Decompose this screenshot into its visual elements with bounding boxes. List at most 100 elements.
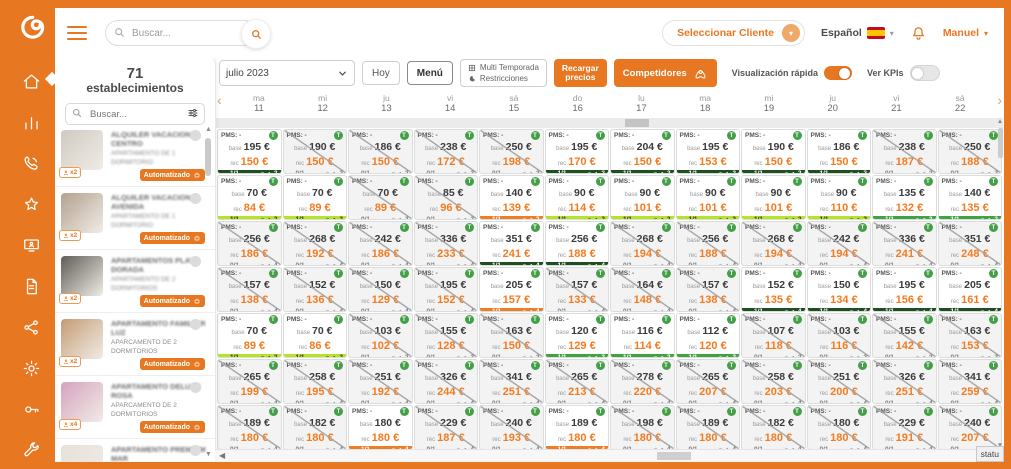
- rate-status-icon[interactable]: T: [531, 407, 540, 416]
- rate-status-icon[interactable]: T: [596, 223, 605, 232]
- price-cell-r1-d16[interactable]: PMS: - T base195 € rec170 € 1/1 2: [545, 129, 610, 174]
- rate-status-icon[interactable]: T: [269, 177, 278, 186]
- rate-status-icon[interactable]: T: [596, 315, 605, 324]
- rate-status-icon[interactable]: T: [531, 177, 540, 186]
- prev-days-chevron[interactable]: ‹: [217, 92, 222, 108]
- price-cell-r1-d15[interactable]: PMS: - T base250 € rec198 € 0/1 2: [479, 129, 544, 174]
- rate-status-icon[interactable]: T: [465, 131, 474, 140]
- rate-status-icon[interactable]: T: [531, 315, 540, 324]
- rate-status-icon[interactable]: T: [269, 269, 278, 278]
- rate-status-icon[interactable]: T: [596, 361, 605, 370]
- establishment-item-2[interactable]: x2 Alquiler vacacional avenida Apartamen…: [55, 187, 215, 250]
- rate-status-icon[interactable]: T: [727, 407, 736, 416]
- rate-status-icon[interactable]: T: [400, 223, 409, 232]
- rate-status-icon[interactable]: T: [334, 131, 343, 140]
- price-cell-r5-d12[interactable]: PMS: - T base70 € rec86 € 1/1 2: [283, 313, 348, 358]
- rate-status-icon[interactable]: T: [924, 223, 933, 232]
- price-cell-r2-d19[interactable]: PMS: - T base90 € rec101 € 1/1 2: [741, 175, 806, 220]
- rate-status-icon[interactable]: T: [531, 223, 540, 232]
- rate-status-icon[interactable]: T: [269, 361, 278, 370]
- hamburger-menu-icon[interactable]: [67, 22, 87, 44]
- rate-status-icon[interactable]: T: [465, 269, 474, 278]
- price-cell-r7-d15[interactable]: PMS: - T base240 € rec193 € 0/1 4: [479, 405, 544, 450]
- price-cell-r4-d11[interactable]: PMS: - T base157 € rec138 € 0/1 4: [217, 267, 282, 312]
- rate-status-icon[interactable]: T: [858, 223, 867, 232]
- rate-status-icon[interactable]: T: [269, 407, 278, 416]
- scroll-down-icon[interactable]: ▼: [204, 451, 213, 458]
- price-cell-r7-d12[interactable]: PMS: - T base182 € rec180 € 0/1 4: [283, 405, 348, 450]
- rate-status-icon[interactable]: T: [858, 131, 867, 140]
- rate-status-icon[interactable]: T: [596, 407, 605, 416]
- rate-status-icon[interactable]: T: [465, 223, 474, 232]
- price-cell-r2-d22[interactable]: PMS: - T base140 € rec135 € 1/1 2: [938, 175, 1003, 220]
- price-cell-r4-d17[interactable]: PMS: - T base164 € rec148 € 0/1 4: [610, 267, 675, 312]
- day-column-18[interactable]: ma 18: [673, 93, 737, 114]
- scrollbar-thumb[interactable]: [205, 138, 211, 176]
- price-cell-r3-d11[interactable]: PMS: - T base256 € rec186 € 0/1 4: [217, 221, 282, 266]
- price-cell-r3-d20[interactable]: PMS: - T base242 € rec194 € 0/1 4: [807, 221, 872, 266]
- global-search-input[interactable]: [105, 20, 257, 46]
- price-cell-r4-d22[interactable]: PMS: - T base205 € rec161 € 1/1 4: [938, 267, 1003, 312]
- price-cell-r6-d21[interactable]: PMS: - T base326 € rec251 € 0/1 4: [872, 359, 937, 404]
- price-cell-r1-d12[interactable]: PMS: - T base190 € rec150 € 0/1 2: [283, 129, 348, 174]
- price-cell-r5-d22[interactable]: PMS: - T base163 € rec153 € 0/1 2: [938, 313, 1003, 358]
- rate-status-icon[interactable]: T: [400, 315, 409, 324]
- day-column-16[interactable]: do 16: [546, 93, 610, 114]
- rate-status-icon[interactable]: T: [858, 269, 867, 278]
- rate-status-icon[interactable]: T: [400, 131, 409, 140]
- rate-status-icon[interactable]: T: [924, 315, 933, 324]
- next-days-chevron[interactable]: ›: [997, 92, 1002, 108]
- price-cell-r1-d22[interactable]: PMS: - T base250 € rec188 € 0/1 2: [938, 129, 1003, 174]
- price-cell-r3-d18[interactable]: PMS: - T base256 € rec188 € 0/1 4: [676, 221, 741, 266]
- price-cell-r7-d17[interactable]: PMS: - T base198 € rec180 € 0/1 4: [610, 405, 675, 450]
- rate-status-icon[interactable]: T: [858, 315, 867, 324]
- price-cell-r4-d14[interactable]: PMS: - T base195 € rec152 € 0/1 4: [414, 267, 479, 312]
- price-cell-r4-d20[interactable]: PMS: - T base150 € rec134 € 1/1 4: [807, 267, 872, 312]
- sidebar-item-chart[interactable]: [20, 110, 44, 134]
- price-cell-r4-d19[interactable]: PMS: - T base152 € rec135 € 1/1 4: [741, 267, 806, 312]
- rate-status-icon[interactable]: T: [334, 269, 343, 278]
- sidebar-item-home[interactable]: [20, 69, 44, 93]
- price-cell-r5-d18[interactable]: PMS: - T base112 € rec120 € 1/1 2: [676, 313, 741, 358]
- price-cell-r2-d12[interactable]: PMS: - T base70 € rec89 € 1/1 2: [283, 175, 348, 220]
- price-cell-r1-d13[interactable]: PMS: - T base186 € rec150 € 0/1 2: [348, 129, 413, 174]
- price-cell-r3-d14[interactable]: PMS: - T base336 € rec233 € 0/1 4: [414, 221, 479, 266]
- brand-logo-icon[interactable]: [8, 8, 55, 47]
- rate-status-icon[interactable]: T: [662, 407, 671, 416]
- price-cell-r1-d14[interactable]: PMS: - T base238 € rec172 € 0/1 2: [414, 129, 479, 174]
- sidebar-item-star[interactable]: [20, 192, 44, 216]
- price-cell-r3-d13[interactable]: PMS: - T base242 € rec186 € 0/1 4: [348, 221, 413, 266]
- price-cell-r7-d19[interactable]: PMS: - T base182 € rec180 € 0/1 4: [741, 405, 806, 450]
- rate-status-icon[interactable]: T: [727, 315, 736, 324]
- price-cell-r6-d15[interactable]: PMS: - T base341 € rec251 € 0/1 4: [479, 359, 544, 404]
- price-cell-r6-d13[interactable]: PMS: - T base251 € rec192 € 0/1 4: [348, 359, 413, 404]
- see-kpis-toggle[interactable]: [910, 65, 940, 81]
- rate-status-icon[interactable]: T: [924, 131, 933, 140]
- price-cell-r7-d14[interactable]: PMS: - T base229 € rec187 € 0/1 4: [414, 405, 479, 450]
- multi-season-restrictions-button[interactable]: Multi Temporada Restricciones: [460, 59, 547, 87]
- sidebar-item-share[interactable]: [20, 315, 44, 339]
- rate-status-icon[interactable]: T: [596, 131, 605, 140]
- price-cell-r6-d11[interactable]: PMS: - T base265 € rec199 € 0/1 4: [217, 359, 282, 404]
- price-cell-r7-d20[interactable]: PMS: - T base180 € rec180 € 0/1 4: [807, 405, 872, 450]
- rate-status-icon[interactable]: T: [465, 315, 474, 324]
- rate-status-icon[interactable]: T: [531, 361, 540, 370]
- price-cell-r3-d17[interactable]: PMS: - T base268 € rec194 € 0/1 4: [610, 221, 675, 266]
- price-cell-r6-d20[interactable]: PMS: - T base251 € rec200 € 0/1 4: [807, 359, 872, 404]
- price-cell-r7-d18[interactable]: PMS: - T base189 € rec180 € 0/1 4: [676, 405, 741, 450]
- competitors-button[interactable]: Competidores: [614, 59, 717, 87]
- price-cell-r5-d14[interactable]: PMS: - T base155 € rec128 € 0/1 2: [414, 313, 479, 358]
- price-cell-r7-d11[interactable]: PMS: - T base189 € rec180 € 0/1 4: [217, 405, 282, 450]
- rate-status-icon[interactable]: T: [793, 407, 802, 416]
- price-cell-r1-d18[interactable]: PMS: - T base195 € rec153 € 1/1 2: [676, 129, 741, 174]
- rate-status-icon[interactable]: T: [793, 315, 802, 324]
- rate-status-icon[interactable]: T: [793, 131, 802, 140]
- price-cell-r2-d17[interactable]: PMS: - T base90 € rec101 € 1/1 2: [610, 175, 675, 220]
- price-cell-r6-d12[interactable]: PMS: - T base258 € rec195 € 0/1 4: [283, 359, 348, 404]
- rate-status-icon[interactable]: T: [662, 177, 671, 186]
- rate-status-icon[interactable]: T: [662, 269, 671, 278]
- rate-status-icon[interactable]: T: [727, 177, 736, 186]
- establishments-search-input[interactable]: [65, 103, 205, 125]
- scrollbar-thumb[interactable]: [625, 119, 649, 127]
- price-cell-r2-d18[interactable]: PMS: - T base90 € rec101 € 1/1 2: [676, 175, 741, 220]
